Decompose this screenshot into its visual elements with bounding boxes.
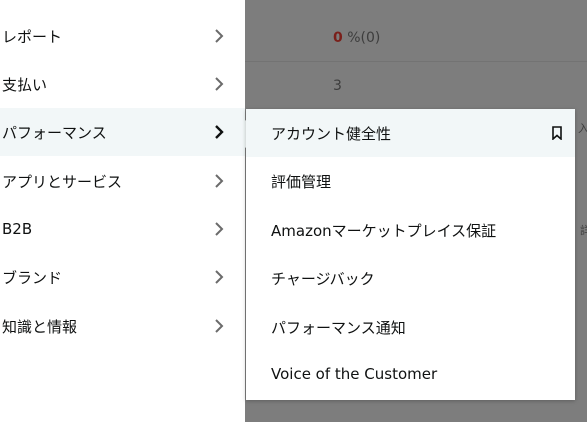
background-edge-text: 詳 [580, 224, 587, 237]
chevron-right-icon [211, 173, 227, 189]
background-edge-text: 入 [578, 122, 587, 135]
performance-submenu: アカウント健全性 評価管理 Amazonマーケットプレイス保証 チャージバック … [246, 109, 575, 400]
submenu-item-account-health[interactable]: アカウント健全性 [246, 109, 575, 157]
background-row-value: 3 [333, 78, 342, 94]
chevron-right-icon [211, 124, 227, 140]
submenu-item-chargebacks[interactable]: チャージバック [246, 254, 575, 302]
submenu-item-a-to-z-guarantee[interactable]: Amazonマーケットプレイス保証 [246, 206, 575, 254]
left-nav-menu: レポート 支払い パフォーマンス アプリとサービス B2B ブランド 知識と情報 [0, 0, 245, 422]
chevron-right-icon [211, 221, 227, 237]
chevron-right-icon [211, 76, 227, 92]
menu-item-learn[interactable]: 知識と情報 [0, 302, 245, 350]
menu-item-label: ブランド [2, 268, 63, 287]
menu-item-label: B2B [2, 220, 33, 238]
submenu-item-voice-of-customer[interactable]: Voice of the Customer [246, 351, 575, 399]
menu-item-apps-services[interactable]: アプリとサービス [0, 157, 245, 205]
menu-item-label: 支払い [2, 75, 48, 94]
bookmark-pin-icon[interactable] [551, 126, 563, 141]
background-row: 0 %(0) [245, 14, 587, 62]
menu-item-performance[interactable]: パフォーマンス [0, 108, 245, 156]
menu-item-label: パフォーマンス [2, 123, 107, 142]
chevron-right-icon [211, 269, 227, 285]
menu-item-label: アプリとサービス [2, 172, 123, 191]
menu-item-b2b[interactable]: B2B [0, 205, 245, 253]
menu-item-label: レポート [2, 27, 63, 46]
background-row-value: 0 %(0) [333, 30, 381, 46]
submenu-item-feedback-manager[interactable]: 評価管理 [246, 157, 575, 205]
menu-item-payments[interactable]: 支払い [0, 60, 245, 108]
background-row: 3 [245, 62, 587, 110]
menu-item-label: 知識と情報 [2, 317, 78, 336]
submenu-item-label: 評価管理 [271, 173, 332, 191]
submenu-item-label: アカウント健全性 [271, 125, 392, 143]
chevron-right-icon [211, 318, 227, 334]
submenu-item-performance-notifications[interactable]: パフォーマンス通知 [246, 303, 575, 351]
submenu-item-label: チャージバック [271, 270, 375, 288]
submenu-item-label: Amazonマーケットプレイス保証 [271, 222, 497, 240]
menu-item-brands[interactable]: ブランド [0, 253, 245, 301]
chevron-right-icon [211, 28, 227, 44]
menu-item-reports[interactable]: レポート [0, 12, 245, 60]
submenu-item-label: Voice of the Customer [271, 365, 438, 383]
submenu-item-label: パフォーマンス通知 [271, 319, 406, 337]
